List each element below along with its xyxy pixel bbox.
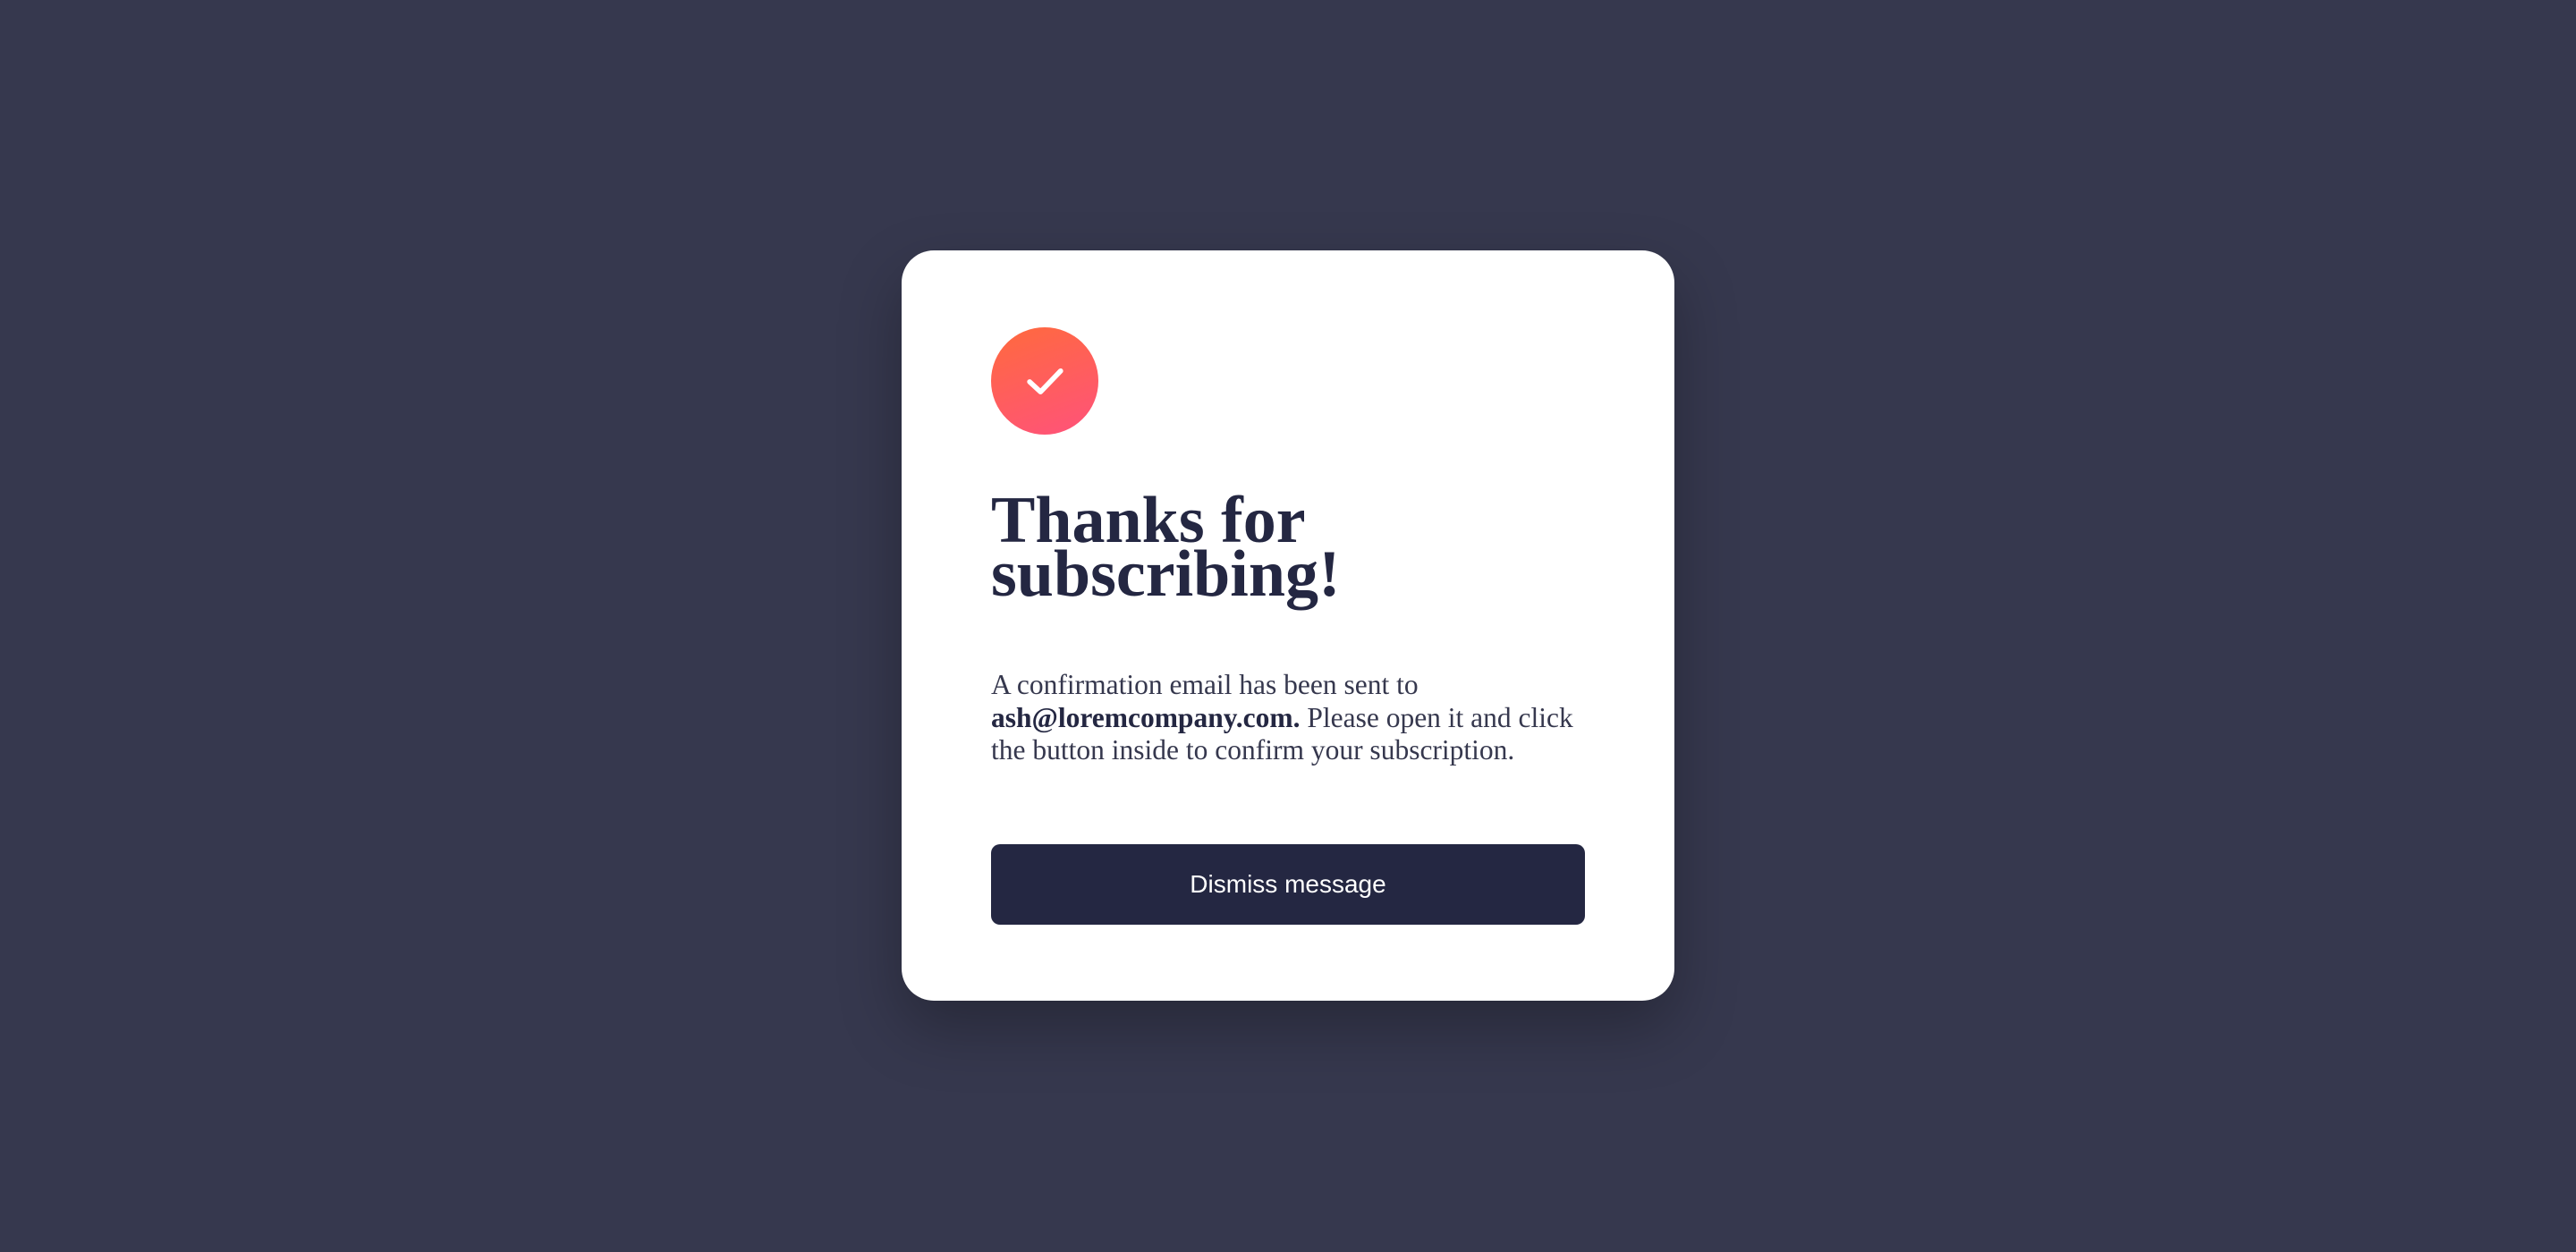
dismiss-button[interactable]: Dismiss message <box>991 844 1585 925</box>
confirmation-message: A confirmation email has been sent to as… <box>991 669 1599 767</box>
email-address: ash@loremcompany.com. <box>991 701 1301 733</box>
message-prefix: A confirmation email has been sent to <box>991 669 1419 700</box>
check-icon-glyph <box>1027 368 1063 394</box>
success-card: Thanks for subscribing! A confirmation e… <box>902 250 1674 1001</box>
page-title: Thanks for subscribing! <box>991 484 1341 611</box>
check-icon <box>991 327 1098 435</box>
